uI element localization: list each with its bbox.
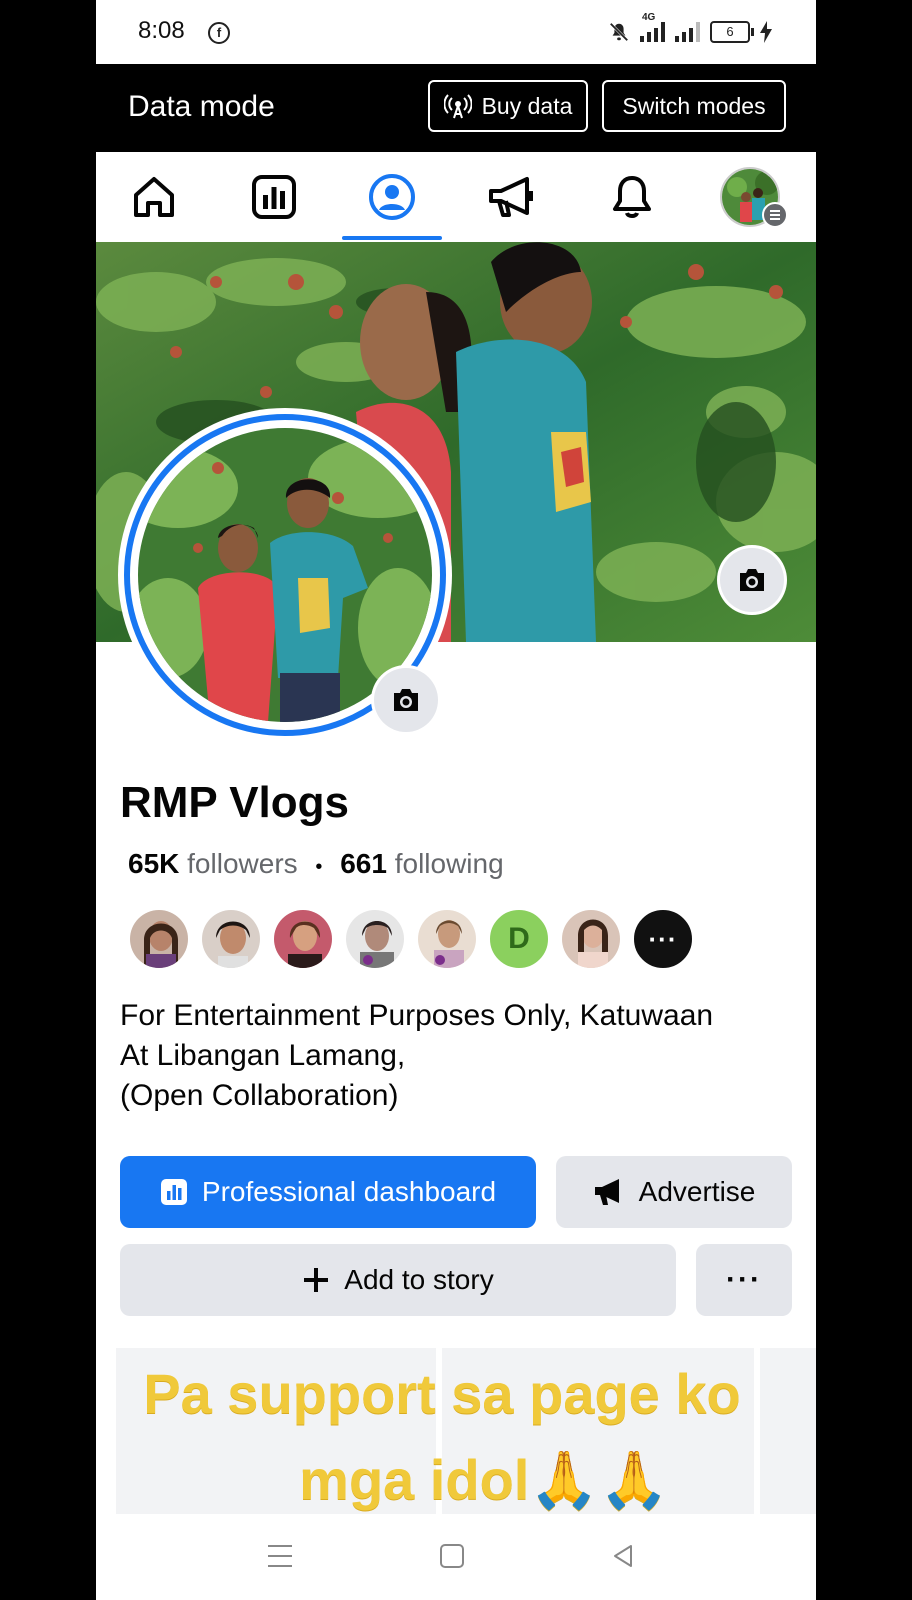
insights-icon bbox=[252, 175, 296, 219]
tab-profile[interactable] bbox=[342, 152, 442, 242]
tab-notifications[interactable] bbox=[582, 152, 682, 242]
recents-button[interactable] bbox=[260, 1536, 300, 1576]
more-followers-button[interactable]: ··· bbox=[632, 908, 694, 970]
megaphone-icon bbox=[594, 1179, 619, 1205]
home-icon bbox=[134, 177, 174, 217]
edit-profile-photo-button[interactable] bbox=[374, 668, 438, 732]
follower-avatar[interactable] bbox=[200, 908, 262, 970]
broadcast-icon bbox=[443, 94, 472, 119]
bio-line: For Entertainment Purposes Only, Katuwaa… bbox=[120, 999, 714, 1032]
followers-count[interactable]: 65K bbox=[128, 848, 179, 879]
professional-dashboard-button[interactable]: Professional dashboard bbox=[120, 1156, 536, 1228]
bell-muted-icon bbox=[609, 22, 629, 42]
switch-modes-button[interactable]: Switch modes bbox=[602, 80, 786, 132]
add-to-story-label: Add to story bbox=[344, 1264, 494, 1295]
charging-icon bbox=[760, 21, 772, 43]
following-label[interactable]: following bbox=[395, 848, 504, 879]
follower-avatar[interactable] bbox=[128, 908, 190, 970]
data-mode-title: Data mode bbox=[128, 90, 275, 123]
follower-avatar[interactable] bbox=[272, 908, 334, 970]
bio-line: At Libangan Lamang, bbox=[120, 1039, 406, 1072]
buy-data-label: Buy data bbox=[481, 92, 573, 119]
status-time: 8:08 bbox=[138, 17, 185, 44]
top-nav bbox=[96, 152, 816, 243]
signal-4g-icon: 4G bbox=[640, 12, 665, 42]
follower-avatar[interactable]: D bbox=[488, 908, 550, 970]
featured-caption-line: mga idol🙏🙏 bbox=[299, 1448, 669, 1511]
profile-icon bbox=[369, 174, 415, 220]
tab-home[interactable] bbox=[104, 152, 204, 242]
data-mode-bar: Data mode Buy data Switch modes bbox=[96, 64, 816, 152]
add-to-story-button[interactable]: Add to story bbox=[120, 1244, 676, 1316]
status-bar: 8:08 f 4G 6 bbox=[96, 0, 816, 64]
following-count[interactable]: 661 bbox=[340, 848, 387, 879]
menu-icon bbox=[762, 202, 788, 228]
bell-icon bbox=[613, 176, 651, 218]
screen: 8:08 f 4G 6 Data mode Buy data Switch mo… bbox=[96, 0, 816, 1600]
camera-icon bbox=[394, 689, 418, 711]
dashboard-icon bbox=[160, 1179, 187, 1205]
camera-icon bbox=[740, 569, 764, 591]
system-nav-bar bbox=[96, 1514, 816, 1600]
tab-ads[interactable] bbox=[462, 152, 562, 242]
signal-icon bbox=[675, 22, 700, 42]
featured-caption-line: Pa support sa page ko bbox=[143, 1362, 741, 1425]
plus-icon bbox=[304, 1268, 329, 1292]
status-icons: 4G 6 bbox=[608, 12, 772, 46]
edit-cover-button[interactable] bbox=[720, 548, 784, 612]
professional-dashboard-label: Professional dashboard bbox=[201, 1176, 497, 1207]
battery-icon: 6 bbox=[710, 21, 754, 43]
square-icon bbox=[440, 1544, 464, 1568]
back-triangle-icon bbox=[614, 1545, 632, 1567]
follow-stats: 65K followers • 661 following bbox=[128, 848, 504, 880]
advertise-button[interactable]: Advertise bbox=[556, 1156, 792, 1228]
tab-menu[interactable] bbox=[700, 152, 800, 242]
profile-picture[interactable] bbox=[118, 408, 452, 742]
follower-avatar[interactable] bbox=[416, 908, 478, 970]
buy-data-button[interactable]: Buy data bbox=[428, 80, 588, 132]
more-options-button[interactable]: ··· bbox=[696, 1244, 792, 1316]
featured-caption: Pa support sa page ko mga idol🙏🙏 bbox=[96, 1348, 816, 1514]
home-button[interactable] bbox=[432, 1536, 472, 1576]
page-title: RMP Vlogs bbox=[120, 778, 350, 827]
tab-insights[interactable] bbox=[224, 152, 324, 242]
switch-modes-label: Switch modes bbox=[622, 92, 766, 119]
bio: For Entertainment Purposes Only, Katuwaa… bbox=[120, 996, 800, 1116]
bio-line: (Open Collaboration) bbox=[120, 1079, 399, 1112]
follower-avatar[interactable] bbox=[344, 908, 406, 970]
featured-section[interactable]: Pa support sa page ko mga idol🙏🙏 bbox=[96, 1348, 816, 1514]
menu-lines-icon bbox=[268, 1545, 292, 1567]
megaphone-icon bbox=[489, 177, 533, 217]
follower-avatar[interactable] bbox=[560, 908, 622, 970]
followers-label[interactable]: followers bbox=[187, 848, 297, 879]
back-button[interactable] bbox=[604, 1536, 644, 1576]
more-options-icon: ··· bbox=[726, 1263, 762, 1296]
stats-separator: • bbox=[315, 856, 323, 878]
advertise-label: Advertise bbox=[638, 1176, 756, 1207]
facebook-notification-icon: f bbox=[208, 22, 230, 44]
